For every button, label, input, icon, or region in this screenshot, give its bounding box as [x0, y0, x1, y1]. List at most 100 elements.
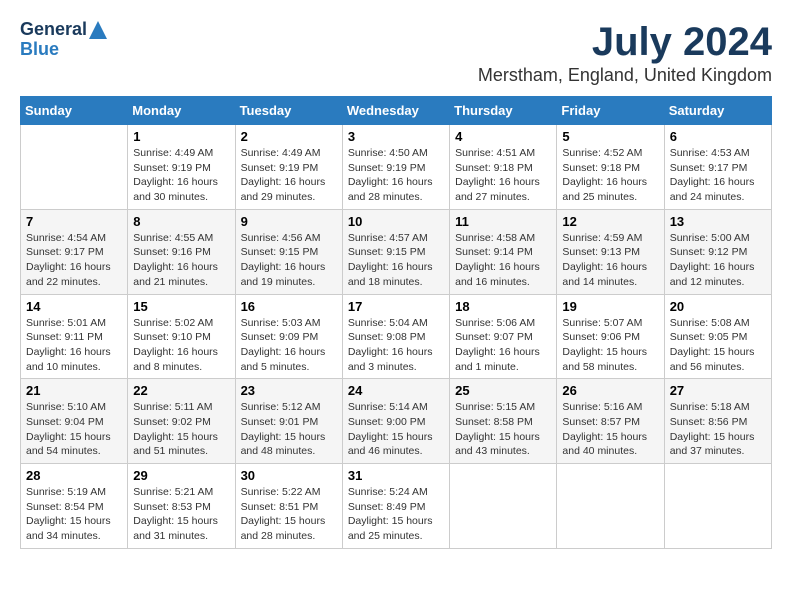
calendar-cell: 2 Sunrise: 4:49 AMSunset: 9:19 PMDaylight…	[235, 125, 342, 210]
calendar-week-3: 14 Sunrise: 5:01 AMSunset: 9:11 PMDayligh…	[21, 294, 772, 379]
calendar-cell: 27 Sunrise: 5:18 AMSunset: 8:56 PMDayligh…	[664, 379, 771, 464]
day-number: 7	[26, 214, 122, 229]
day-number: 1	[133, 129, 229, 144]
day-number: 31	[348, 468, 444, 483]
calendar-body: 1 Sunrise: 4:49 AMSunset: 9:19 PMDaylight…	[21, 125, 772, 549]
day-number: 6	[670, 129, 766, 144]
day-info: Sunrise: 4:49 AMSunset: 9:19 PMDaylight:…	[133, 146, 229, 205]
header-day-friday: Friday	[557, 97, 664, 125]
day-number: 26	[562, 383, 658, 398]
calendar-cell: 22 Sunrise: 5:11 AMSunset: 9:02 PMDayligh…	[128, 379, 235, 464]
calendar-week-1: 1 Sunrise: 4:49 AMSunset: 9:19 PMDaylight…	[21, 125, 772, 210]
day-info: Sunrise: 5:01 AMSunset: 9:11 PMDaylight:…	[26, 316, 122, 375]
calendar-cell: 11 Sunrise: 4:58 AMSunset: 9:14 PMDayligh…	[450, 209, 557, 294]
day-number: 25	[455, 383, 551, 398]
day-info: Sunrise: 4:56 AMSunset: 9:15 PMDaylight:…	[241, 231, 337, 290]
day-info: Sunrise: 5:03 AMSunset: 9:09 PMDaylight:…	[241, 316, 337, 375]
day-number: 27	[670, 383, 766, 398]
day-number: 30	[241, 468, 337, 483]
day-number: 16	[241, 299, 337, 314]
calendar-cell: 24 Sunrise: 5:14 AMSunset: 9:00 PMDayligh…	[342, 379, 449, 464]
header-day-saturday: Saturday	[664, 97, 771, 125]
day-info: Sunrise: 5:00 AMSunset: 9:12 PMDaylight:…	[670, 231, 766, 290]
day-number: 17	[348, 299, 444, 314]
day-number: 14	[26, 299, 122, 314]
day-info: Sunrise: 4:57 AMSunset: 9:15 PMDaylight:…	[348, 231, 444, 290]
day-info: Sunrise: 5:18 AMSunset: 8:56 PMDaylight:…	[670, 400, 766, 459]
day-info: Sunrise: 5:06 AMSunset: 9:07 PMDaylight:…	[455, 316, 551, 375]
calendar-cell: 23Sunrise: 5:12 AMSunset: 9:01 PMDayligh…	[235, 379, 342, 464]
calendar-cell	[21, 125, 128, 210]
calendar-cell: 6 Sunrise: 4:53 AMSunset: 9:17 PMDaylight…	[664, 125, 771, 210]
calendar-cell: 30 Sunrise: 5:22 AMSunset: 8:51 PMDayligh…	[235, 464, 342, 549]
calendar-cell: 19Sunrise: 5:07 AMSunset: 9:06 PMDayligh…	[557, 294, 664, 379]
day-info: Sunrise: 5:12 AMSunset: 9:01 PMDaylight:…	[241, 400, 337, 459]
calendar-cell: 29 Sunrise: 5:21 AMSunset: 8:53 PMDayligh…	[128, 464, 235, 549]
day-info: Sunrise: 5:14 AMSunset: 9:00 PMDaylight:…	[348, 400, 444, 459]
day-info: Sunrise: 5:15 AMSunset: 8:58 PMDaylight:…	[455, 400, 551, 459]
calendar-cell: 28Sunrise: 5:19 AMSunset: 8:54 PMDayligh…	[21, 464, 128, 549]
day-number: 11	[455, 214, 551, 229]
day-info: Sunrise: 5:22 AMSunset: 8:51 PMDaylight:…	[241, 485, 337, 544]
calendar-cell: 31 Sunrise: 5:24 AMSunset: 8:49 PMDayligh…	[342, 464, 449, 549]
calendar-table: SundayMondayTuesdayWednesdayThursdayFrid…	[20, 96, 772, 549]
day-number: 24	[348, 383, 444, 398]
day-info: Sunrise: 5:21 AMSunset: 8:53 PMDaylight:…	[133, 485, 229, 544]
day-info: Sunrise: 5:11 AMSunset: 9:02 PMDaylight:…	[133, 400, 229, 459]
day-number: 12	[562, 214, 658, 229]
day-info: Sunrise: 5:02 AMSunset: 9:10 PMDaylight:…	[133, 316, 229, 375]
day-number: 19	[562, 299, 658, 314]
header-day-monday: Monday	[128, 97, 235, 125]
day-number: 18	[455, 299, 551, 314]
page-title: July 2024	[478, 20, 772, 65]
logo: General Blue	[20, 20, 107, 60]
day-info: Sunrise: 4:50 AMSunset: 9:19 PMDaylight:…	[348, 146, 444, 205]
day-number: 5	[562, 129, 658, 144]
calendar-cell	[557, 464, 664, 549]
calendar-cell: 12Sunrise: 4:59 AMSunset: 9:13 PMDayligh…	[557, 209, 664, 294]
day-number: 10	[348, 214, 444, 229]
logo-icon	[89, 21, 107, 39]
calendar-cell: 5 Sunrise: 4:52 AMSunset: 9:18 PMDaylight…	[557, 125, 664, 210]
page-subtitle: Merstham, England, United Kingdom	[478, 65, 772, 86]
day-info: Sunrise: 5:19 AMSunset: 8:54 PMDaylight:…	[26, 485, 122, 544]
calendar-header: SundayMondayTuesdayWednesdayThursdayFrid…	[21, 97, 772, 125]
day-number: 22	[133, 383, 229, 398]
day-number: 3	[348, 129, 444, 144]
day-info: Sunrise: 5:08 AMSunset: 9:05 PMDaylight:…	[670, 316, 766, 375]
calendar-cell: 3 Sunrise: 4:50 AMSunset: 9:19 PMDaylight…	[342, 125, 449, 210]
title-block: July 2024 Merstham, England, United King…	[478, 20, 772, 86]
day-info: Sunrise: 4:58 AMSunset: 9:14 PMDaylight:…	[455, 231, 551, 290]
day-info: Sunrise: 4:55 AMSunset: 9:16 PMDaylight:…	[133, 231, 229, 290]
calendar-cell: 8Sunrise: 4:55 AMSunset: 9:16 PMDaylight…	[128, 209, 235, 294]
calendar-cell: 18 Sunrise: 5:06 AMSunset: 9:07 PMDayligh…	[450, 294, 557, 379]
calendar-cell: 4Sunrise: 4:51 AMSunset: 9:18 PMDaylight…	[450, 125, 557, 210]
day-info: Sunrise: 4:53 AMSunset: 9:17 PMDaylight:…	[670, 146, 766, 205]
calendar-week-2: 7Sunrise: 4:54 AMSunset: 9:17 PMDaylight…	[21, 209, 772, 294]
day-number: 20	[670, 299, 766, 314]
header-row: SundayMondayTuesdayWednesdayThursdayFrid…	[21, 97, 772, 125]
day-number: 21	[26, 383, 122, 398]
header-day-wednesday: Wednesday	[342, 97, 449, 125]
day-info: Sunrise: 4:49 AMSunset: 9:19 PMDaylight:…	[241, 146, 337, 205]
day-number: 29	[133, 468, 229, 483]
day-number: 9	[241, 214, 337, 229]
calendar-cell	[450, 464, 557, 549]
day-number: 4	[455, 129, 551, 144]
calendar-cell: 10 Sunrise: 4:57 AMSunset: 9:15 PMDayligh…	[342, 209, 449, 294]
day-info: Sunrise: 5:10 AMSunset: 9:04 PMDaylight:…	[26, 400, 122, 459]
calendar-cell: 7Sunrise: 4:54 AMSunset: 9:17 PMDaylight…	[21, 209, 128, 294]
logo-blue: Blue	[20, 40, 59, 60]
calendar-cell	[664, 464, 771, 549]
logo-general: General	[20, 20, 87, 40]
day-info: Sunrise: 4:52 AMSunset: 9:18 PMDaylight:…	[562, 146, 658, 205]
calendar-cell: 13Sunrise: 5:00 AMSunset: 9:12 PMDayligh…	[664, 209, 771, 294]
header-day-tuesday: Tuesday	[235, 97, 342, 125]
day-info: Sunrise: 5:24 AMSunset: 8:49 PMDaylight:…	[348, 485, 444, 544]
header-day-sunday: Sunday	[21, 97, 128, 125]
calendar-week-4: 21 Sunrise: 5:10 AMSunset: 9:04 PMDayligh…	[21, 379, 772, 464]
calendar-cell: 16 Sunrise: 5:03 AMSunset: 9:09 PMDayligh…	[235, 294, 342, 379]
calendar-cell: 14 Sunrise: 5:01 AMSunset: 9:11 PMDayligh…	[21, 294, 128, 379]
day-number: 2	[241, 129, 337, 144]
calendar-cell: 26Sunrise: 5:16 AMSunset: 8:57 PMDayligh…	[557, 379, 664, 464]
